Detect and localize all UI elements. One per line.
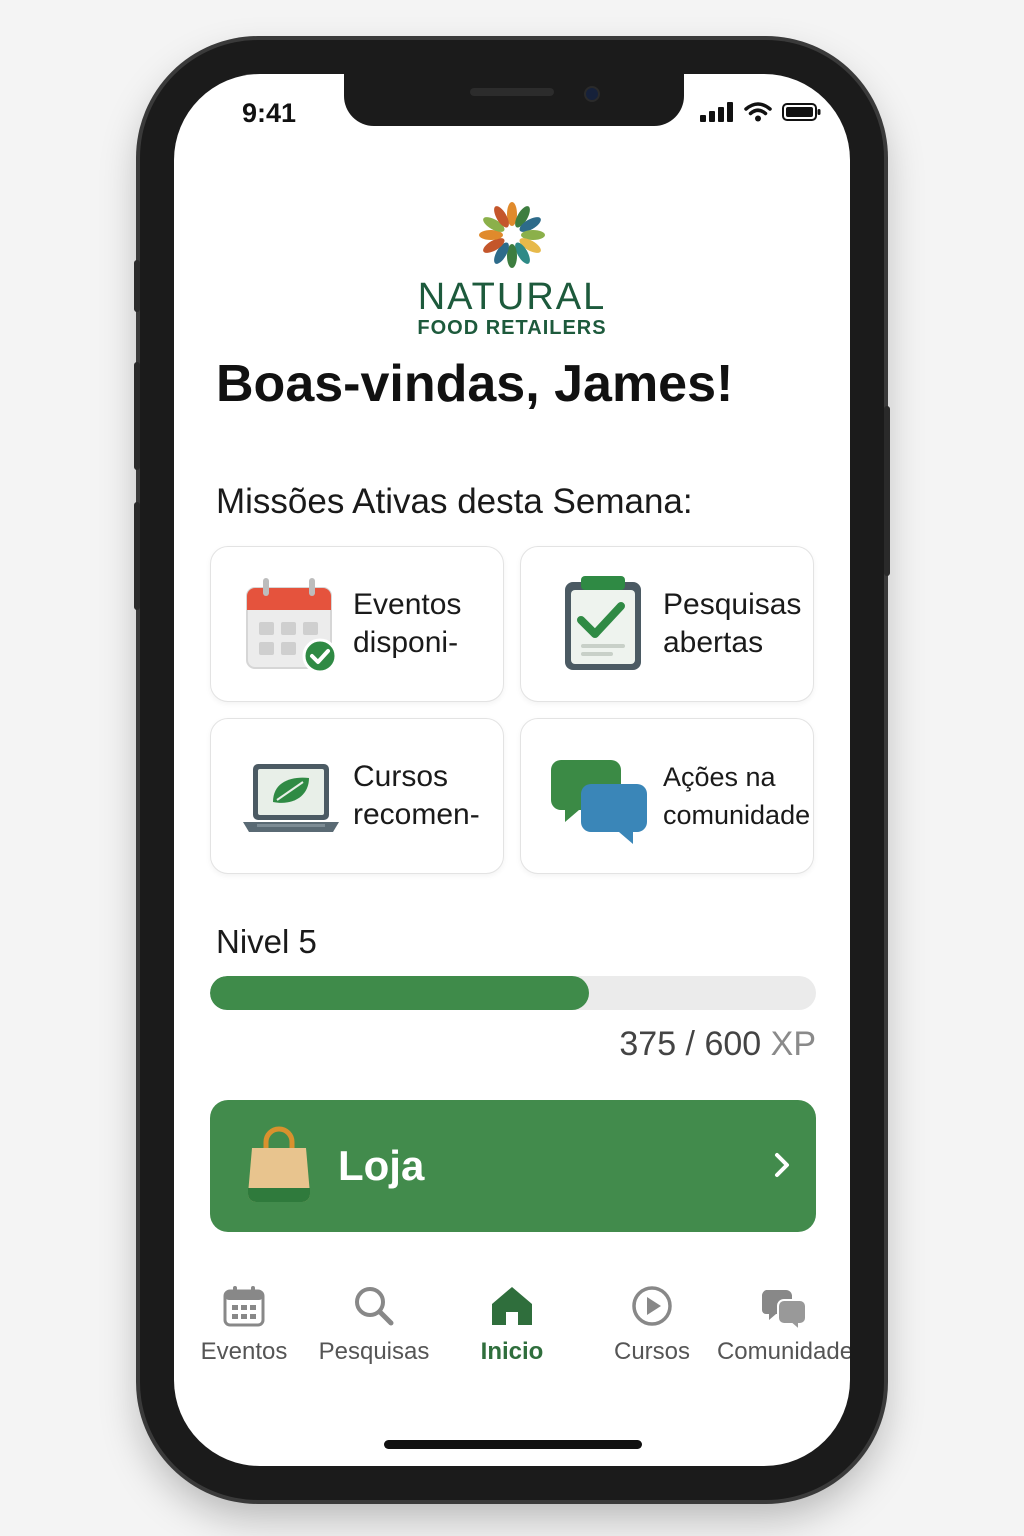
calendar-icon (223, 1286, 265, 1327)
mission-card-courses[interactable]: Cursos recomen- (210, 718, 504, 874)
play-circle-icon (632, 1286, 672, 1326)
phone-frame: 9:41 NATURAL FOOD RETAILERS Boas-vindas,… (134, 40, 890, 1500)
volume-down-button (134, 502, 140, 610)
status-icons (700, 102, 822, 122)
tab-label: Eventos (200, 1338, 288, 1365)
home-indicator[interactable] (384, 1440, 642, 1449)
mission-card-events[interactable]: Eventos disponi- (210, 546, 504, 702)
status-time: 9:41 (242, 98, 297, 128)
xp-unit: XP (770, 1025, 816, 1063)
tab-label: Cursos (613, 1338, 691, 1365)
laptop-leaf-icon (243, 764, 339, 832)
screen: 9:41 NATURAL FOOD RETAILERS Boas-vindas,… (174, 74, 850, 1466)
xp-progress-bar (210, 976, 816, 1010)
shop-label: Loja (338, 1142, 425, 1189)
chat-icon (762, 1290, 807, 1328)
mission-card-label: Pesquisas abertas (663, 588, 802, 659)
signal-icon (700, 102, 733, 122)
power-button (884, 406, 890, 576)
tab-label: Inicio (480, 1338, 544, 1365)
tab-label: Comunidade (716, 1338, 850, 1365)
shop-button[interactable]: Loja (210, 1100, 816, 1232)
xp-total: 600 (704, 1025, 762, 1063)
mission-card-surveys[interactable]: Pesquisas abertas (520, 546, 814, 702)
volume-up-button (134, 362, 140, 470)
chat-bubbles-icon (551, 760, 647, 844)
bottom-tab-bar: Eventos Pesquisas Inicio Cursos Comunida… (174, 1284, 850, 1384)
tab-community[interactable]: Comunidade (717, 1284, 850, 1366)
flower-logo-icon (479, 202, 545, 268)
tab-surveys[interactable]: Pesquisas (316, 1284, 432, 1366)
home-icon (492, 1287, 532, 1325)
brand-name: NATURAL (417, 276, 607, 318)
tab-home[interactable]: Inicio (466, 1284, 558, 1366)
brand-subtitle: FOOD RETAILERS (417, 317, 607, 339)
speaker (470, 88, 554, 96)
tab-label: Pesquisas (318, 1338, 430, 1365)
clipboard-check-icon (565, 576, 641, 670)
xp-progress-fill (210, 976, 589, 1010)
mission-card-community[interactable]: Ações na comunidade (520, 718, 814, 874)
greeting-title: Boas-vindas, James! (216, 355, 734, 413)
level-label: Nivel 5 (216, 923, 317, 960)
notch (344, 74, 684, 126)
xp-current: 375 (619, 1025, 677, 1063)
mission-card-label: Eventos disponi- (353, 588, 462, 659)
search-icon (355, 1287, 394, 1326)
brand-logo: NATURAL FOOD RETAILERS (174, 200, 850, 340)
mission-card-label: Cursos recomen- (353, 760, 480, 831)
shopping-bag-icon (248, 1126, 310, 1202)
chevron-right-icon (775, 1153, 789, 1177)
xp-readout: 375 / 600 XP (619, 1025, 816, 1063)
tab-courses[interactable]: Cursos (606, 1284, 698, 1366)
calendar-check-icon (246, 578, 338, 674)
missions-title: Missões Ativas desta Semana: (216, 482, 693, 521)
front-camera (584, 86, 600, 102)
mission-card-label: Ações na comunidade (663, 762, 811, 830)
mute-switch (134, 260, 140, 312)
tab-events[interactable]: Eventos (198, 1284, 290, 1366)
battery-icon (782, 103, 821, 121)
wifi-icon (744, 102, 772, 122)
